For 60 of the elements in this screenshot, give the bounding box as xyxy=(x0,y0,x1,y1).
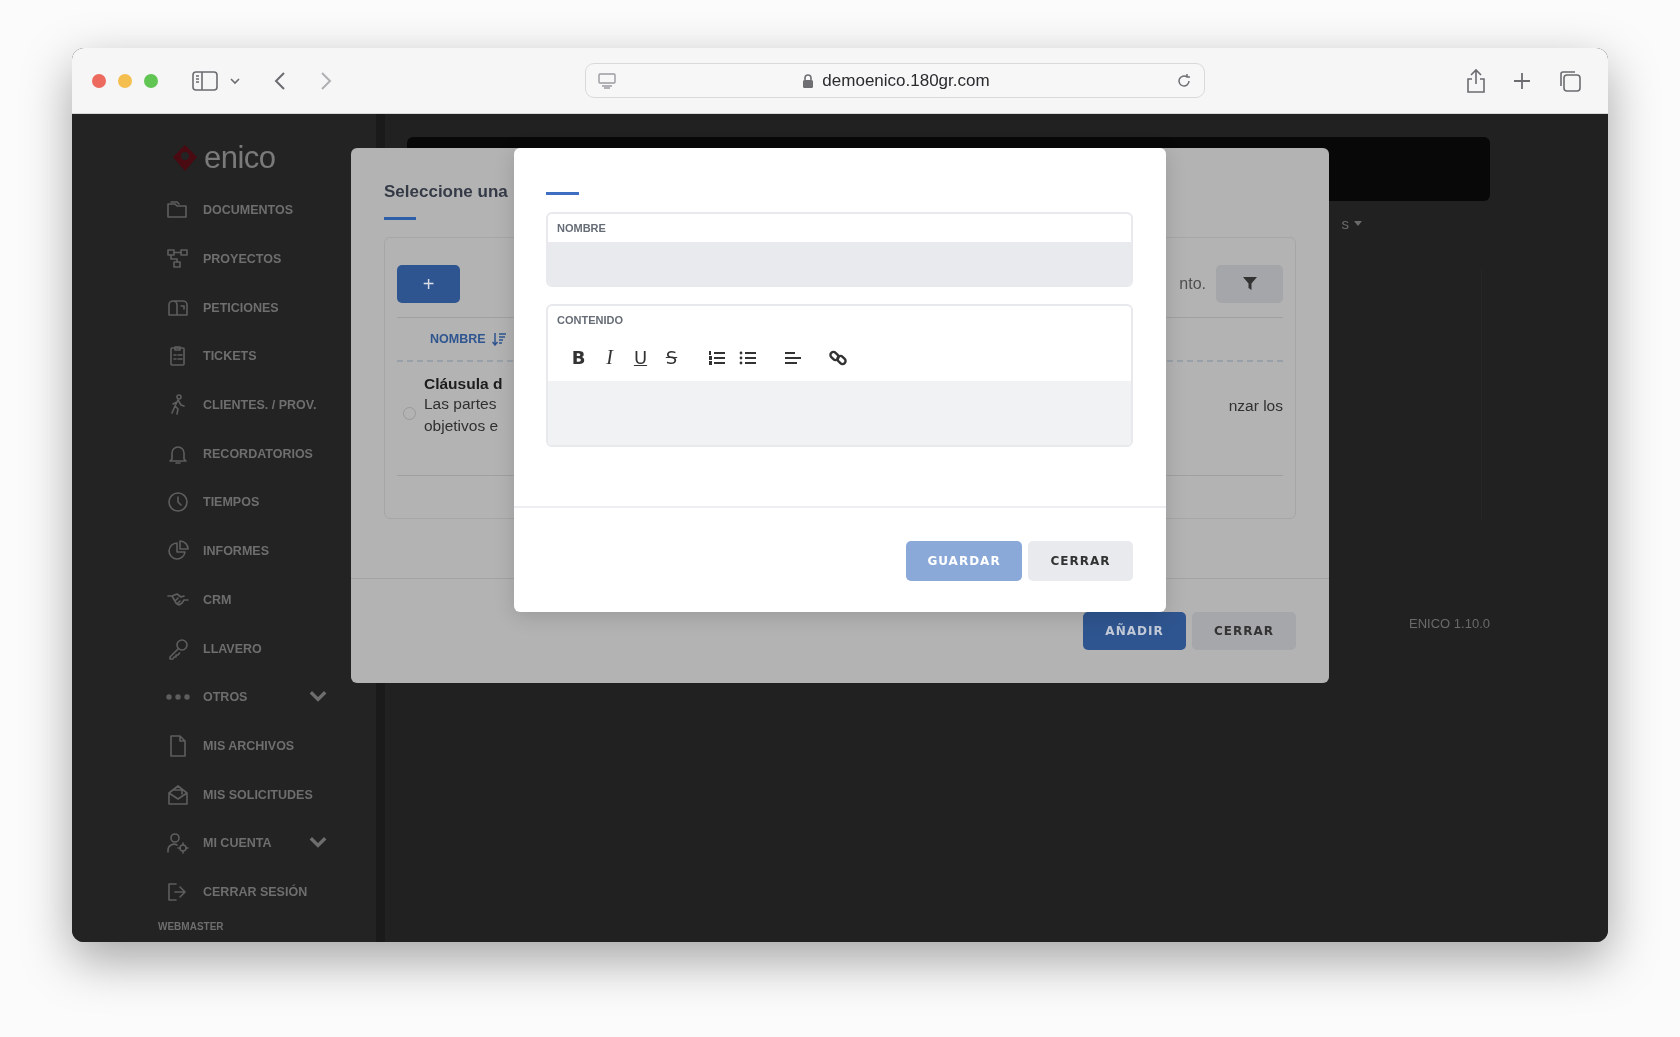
caret-icon xyxy=(1354,221,1362,226)
user-name: WEBMASTER xyxy=(157,921,224,933)
content-editor[interactable]: CONTENIDO B I U S xyxy=(546,304,1133,447)
sort-icon[interactable] xyxy=(491,332,506,346)
sidebar-item[interactable]: OTROS xyxy=(203,690,248,705)
sidebar-item[interactable]: CLIENTES. / PROV. xyxy=(203,398,317,413)
sidebar-item[interactable]: LLAVERO xyxy=(203,641,262,656)
filter-icon xyxy=(1242,277,1257,291)
sidebar-item[interactable]: PETICIONES xyxy=(203,300,279,315)
sidebar-item[interactable]: TIEMPOS xyxy=(203,495,260,510)
item-description: objetivos e xyxy=(424,416,500,436)
sidebar-item[interactable]: PROYECTOS xyxy=(203,252,282,267)
dots-icon xyxy=(166,694,190,701)
filter-button[interactable] xyxy=(1216,265,1283,303)
sidebar-item[interactable]: TICKETS xyxy=(203,349,257,364)
url-text: demoenico.180gr.com xyxy=(822,70,990,91)
item-description: Las partes xyxy=(424,394,498,414)
bold-button[interactable]: B xyxy=(563,342,594,373)
sidebar-item[interactable]: MI CUENTA xyxy=(203,836,272,851)
envelope-icon xyxy=(166,782,190,807)
user-gear-icon xyxy=(166,831,190,856)
back-icon[interactable] xyxy=(274,70,286,91)
page-icon xyxy=(598,72,616,89)
sidebar-item[interactable]: MIS SOLICITUDES xyxy=(203,787,313,802)
sidebar-item[interactable]: RECORDATORIOS xyxy=(203,446,313,461)
logo-text: enico xyxy=(204,140,276,176)
close-button[interactable]: CERRAR xyxy=(1192,612,1296,650)
tabs-icon[interactable] xyxy=(1558,68,1582,93)
share-icon[interactable] xyxy=(1466,67,1486,94)
column-header[interactable]: NOMBRE xyxy=(430,332,486,346)
italic-button[interactable]: I xyxy=(594,342,625,373)
lock-icon xyxy=(802,72,815,89)
item-description: nzar los xyxy=(1227,397,1283,416)
search-text: nto. xyxy=(1179,275,1206,293)
underline-button[interactable]: U xyxy=(625,342,656,373)
close-button[interactable] xyxy=(92,73,106,88)
field-label: NOMBRE xyxy=(556,221,607,236)
address-bar[interactable]: demoenico.180gr.com xyxy=(585,63,1205,98)
logo-icon xyxy=(172,144,198,172)
sidebar-item[interactable]: MIS ARCHIVOS xyxy=(203,738,295,753)
dialog-title: Seleccione una xyxy=(384,181,508,203)
name-field[interactable]: NOMBRE xyxy=(546,212,1133,287)
menu-text[interactable]: s xyxy=(1341,215,1349,232)
clock-icon xyxy=(166,490,190,515)
chevron-down-icon[interactable] xyxy=(230,76,240,85)
item-title: Cláusula d xyxy=(424,375,503,393)
sidebar-item[interactable]: CERRAR SESIÓN xyxy=(203,884,308,899)
sidebar-icon[interactable] xyxy=(192,70,218,91)
strikethrough-button[interactable]: S xyxy=(656,342,687,373)
close-button[interactable]: CERRAR xyxy=(1028,541,1133,581)
sidebar-item[interactable]: INFORMES xyxy=(203,544,269,559)
add-button[interactable]: + xyxy=(397,265,460,303)
field-label: CONTENIDO xyxy=(556,313,624,328)
new-tab-icon[interactable] xyxy=(1512,70,1532,91)
reload-icon[interactable] xyxy=(1176,72,1192,89)
sidebar-item[interactable]: DOCUMENTOS xyxy=(203,203,294,218)
add-item-button[interactable]: AÑADIR xyxy=(1083,612,1186,650)
version-text: ENICO 1.10.0 xyxy=(1409,616,1490,631)
sidebar-item[interactable]: CRM xyxy=(203,592,232,607)
key-icon xyxy=(166,636,190,661)
